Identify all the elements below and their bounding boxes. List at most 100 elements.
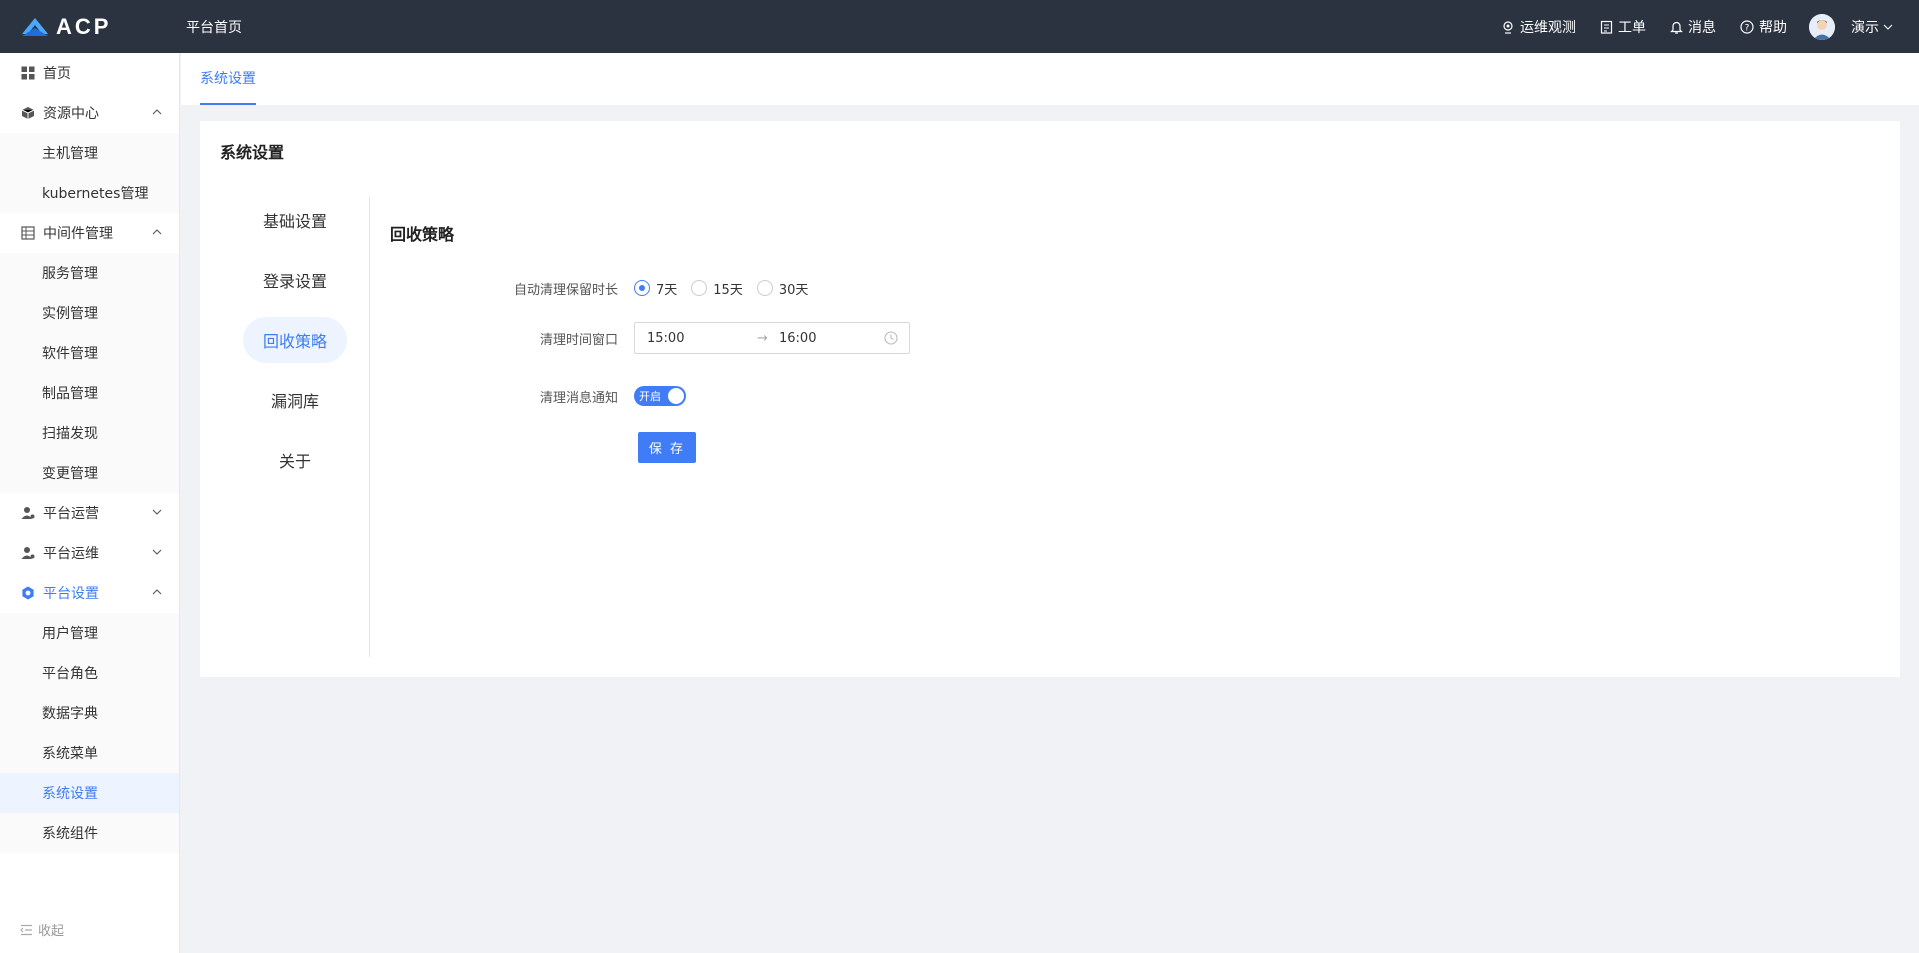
- settings-card: 系统设置 基础设置 登录设置 回收策略 漏洞库 关于 回收策略 自动清理保留时长…: [200, 121, 1900, 677]
- radio-unchecked[interactable]: [756, 280, 773, 296]
- sidebar-item-system-menu[interactable]: 系统菜单: [0, 733, 179, 773]
- user-gear-icon: [20, 505, 36, 521]
- header-item-label: 运维观测: [1520, 19, 1576, 36]
- sidebar-item-label: 中间件管理: [43, 226, 113, 242]
- bell-icon: [1670, 21, 1683, 34]
- notify-row: 清理消息通知 开启: [390, 384, 686, 408]
- toggle-text: 开启: [639, 390, 661, 403]
- header-item-label: 工单: [1618, 19, 1646, 36]
- notify-label: 清理消息通知: [539, 390, 618, 406]
- chevron-down-icon: [152, 549, 162, 555]
- sidebar-item-kubernetes-management[interactable]: kubernetes管理: [0, 173, 179, 213]
- chevron-up-icon: [152, 229, 162, 235]
- user-avatar-icon: [1809, 13, 1835, 40]
- sidebar-item-label: 平台设置: [43, 586, 99, 602]
- sidebar-collapse-button[interactable]: 收起: [20, 920, 64, 939]
- time-start-input[interactable]: 15:00: [647, 331, 684, 346]
- chevron-up-icon: [152, 589, 162, 595]
- sidebar-item-platform-operations[interactable]: 平台运营: [0, 493, 179, 533]
- range-separator: →: [757, 330, 768, 346]
- sidebar-item-scan-discovery[interactable]: 扫描发现: [0, 413, 179, 453]
- header-item-label: 消息: [1688, 19, 1716, 36]
- sidebar-item-label: 平台运维: [43, 546, 99, 562]
- nav-divider: [369, 197, 370, 657]
- help-icon: ?: [1740, 19, 1754, 34]
- radio-label: 30天: [778, 282, 809, 298]
- logo[interactable]: ACP: [20, 14, 165, 40]
- window-row: 清理时间窗口 15:00 → 16:00: [390, 322, 910, 354]
- retention-radio-group: 7天 15天 30天: [634, 279, 822, 298]
- settings-nav-basic[interactable]: 基础设置: [243, 197, 347, 243]
- sidebar-item-system-settings[interactable]: 系统设置: [0, 773, 179, 813]
- settings-nav-vulnerability-db[interactable]: 漏洞库: [243, 377, 347, 423]
- retention-option-7d[interactable]: 7天: [634, 279, 677, 298]
- sidebar-item-home[interactable]: 首页: [0, 53, 179, 93]
- radio-label: 7天: [656, 282, 678, 298]
- page-title: 系统设置: [220, 143, 285, 162]
- header-item-messages[interactable]: 消息: [1670, 17, 1716, 37]
- sidebar-item-data-dictionary[interactable]: 数据字典: [0, 693, 179, 733]
- settings-nav-login[interactable]: 登录设置: [243, 257, 347, 303]
- window-label: 清理时间窗口: [539, 332, 618, 348]
- sidebar-item-platform-roles[interactable]: 平台角色: [0, 653, 179, 693]
- sidebar-item-platform-maintenance[interactable]: 平台运维: [0, 533, 179, 573]
- user-gear-icon: [20, 545, 36, 561]
- logo-mark-icon: [22, 17, 48, 36]
- collapse-menu-icon: [20, 924, 32, 935]
- settings-hex-icon: [20, 585, 36, 601]
- sidebar-item-label: 平台运营: [43, 506, 99, 522]
- sidebar-item-platform-settings[interactable]: 平台设置: [0, 573, 179, 613]
- page-tabs: 系统设置: [181, 53, 1919, 105]
- settings-nav-recycle-policy[interactable]: 回收策略: [243, 317, 347, 363]
- retention-option-15d[interactable]: 15天: [691, 279, 743, 298]
- retention-row: 自动清理保留时长 7天 15天 30天: [390, 276, 822, 300]
- sidebar-item-label: 首页: [43, 66, 71, 82]
- sidebar-item-service-management[interactable]: 服务管理: [0, 253, 179, 293]
- cube-icon: [20, 105, 36, 121]
- sidebar-item-user-management[interactable]: 用户管理: [0, 613, 179, 653]
- radio-checked[interactable]: [634, 280, 650, 296]
- sidebar-item-change-management[interactable]: 变更管理: [0, 453, 179, 493]
- radio-label: 15天: [713, 282, 743, 298]
- top-header: ACP 平台首页 运维观测 工单 消息 ? 帮助 演示: [0, 0, 1919, 53]
- radio-unchecked[interactable]: [691, 280, 708, 296]
- logo-text: ACP: [56, 13, 112, 39]
- chevron-up-icon: [152, 109, 162, 115]
- home-link[interactable]: 平台首页: [186, 17, 242, 37]
- sidebar-item-resource-center[interactable]: 资源中心: [0, 93, 179, 133]
- panel-title: 回收策略: [390, 225, 455, 244]
- sidebar: 首页 资源中心 主机管理 kubernetes管理 中间件管理 服务管理 实例管…: [0, 53, 180, 953]
- collapse-label: 收起: [38, 924, 65, 939]
- avatar[interactable]: [1809, 13, 1835, 40]
- server-icon: [20, 225, 36, 241]
- clock-icon: [884, 331, 898, 345]
- header-item-label: 帮助: [1759, 19, 1787, 36]
- sidebar-item-instance-management[interactable]: 实例管理: [0, 293, 179, 333]
- chevron-down-icon: [152, 509, 162, 515]
- user-menu[interactable]: 演示: [1851, 17, 1893, 37]
- header-item-observability[interactable]: 运维观测: [1501, 17, 1576, 37]
- settings-nav: 基础设置 登录设置 回收策略 漏洞库 关于: [220, 197, 370, 497]
- time-end-input[interactable]: 16:00: [779, 331, 816, 346]
- time-range-picker[interactable]: 15:00 → 16:00: [634, 322, 910, 354]
- tab-system-settings[interactable]: 系统设置: [200, 53, 256, 105]
- chevron-down-icon: [1883, 24, 1893, 30]
- save-button[interactable]: 保 存: [638, 432, 696, 463]
- settings-nav-about[interactable]: 关于: [243, 437, 347, 483]
- retention-option-30d[interactable]: 30天: [756, 279, 809, 298]
- notify-toggle[interactable]: 开启: [634, 386, 686, 406]
- sidebar-item-artifact-management[interactable]: 制品管理: [0, 373, 179, 413]
- sidebar-item-software-management[interactable]: 软件管理: [0, 333, 179, 373]
- eye-icon: [1503, 20, 1513, 34]
- dashboard-icon: [20, 65, 36, 81]
- svg-text:?: ?: [1745, 23, 1750, 33]
- retention-label: 自动清理保留时长: [513, 282, 618, 298]
- header-item-tickets[interactable]: 工单: [1600, 17, 1646, 37]
- sidebar-item-middleware[interactable]: 中间件管理: [0, 213, 179, 253]
- header-item-help[interactable]: ? 帮助: [1740, 17, 1787, 37]
- header-actions: 运维观测 工单 消息 ? 帮助 演示: [1477, 13, 1893, 40]
- toggle-knob: [668, 388, 684, 404]
- sidebar-item-system-components[interactable]: 系统组件: [0, 813, 179, 853]
- sidebar-item-label: 资源中心: [43, 106, 99, 122]
- sidebar-item-host-management[interactable]: 主机管理: [0, 133, 179, 173]
